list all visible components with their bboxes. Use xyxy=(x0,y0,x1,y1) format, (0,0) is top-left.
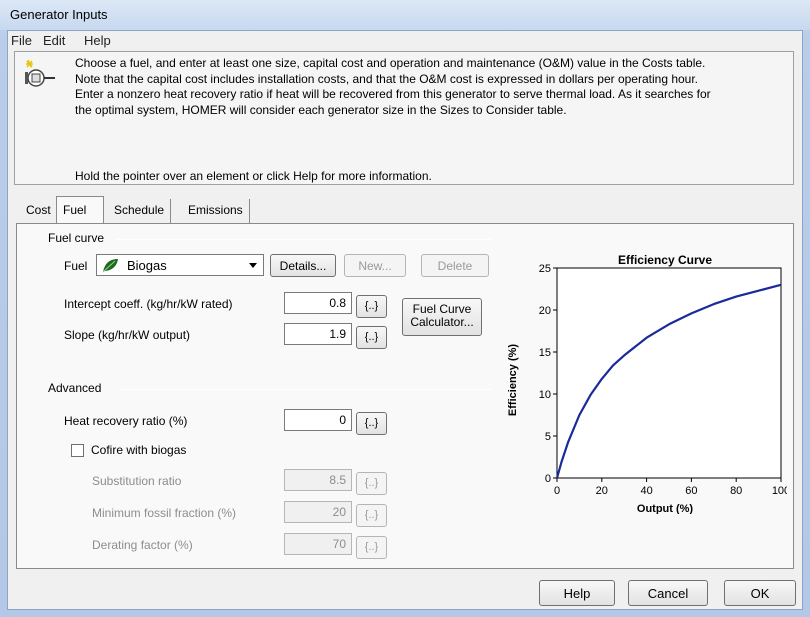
heat-recovery-input[interactable]: 0 xyxy=(284,409,352,431)
menu-bar: File Edit Help xyxy=(8,31,802,51)
chart-title: Efficiency Curve xyxy=(618,253,712,267)
info-line: Note that the capital cost includes inst… xyxy=(75,71,699,86)
x-tick-label: 100 xyxy=(772,485,787,497)
menu-help[interactable]: Help xyxy=(84,33,111,48)
info-text: Choose a fuel, and enter at least one si… xyxy=(75,56,787,118)
tab-emissions[interactable]: Emissions xyxy=(182,199,250,223)
ok-button[interactable]: OK xyxy=(724,580,796,606)
info-line: Enter a nonzero heat recovery ratio if h… xyxy=(75,87,711,102)
substitution-ratio-label: Substitution ratio xyxy=(92,474,182,488)
y-tick-label: 25 xyxy=(539,263,551,275)
slope-input[interactable]: 1.9 xyxy=(284,323,352,345)
intercept-sensitivity-button[interactable]: {..} xyxy=(356,295,387,318)
x-tick-label: 0 xyxy=(554,485,560,497)
x-tick-label: 60 xyxy=(685,485,697,497)
generator-inputs-window: Generator Inputs File Edit Help Choose a… xyxy=(0,0,810,617)
menu-edit[interactable]: Edit xyxy=(43,33,65,48)
generator-icon xyxy=(25,59,55,87)
details-button[interactable]: Details... xyxy=(270,254,336,277)
fuel-curve-calculator-button[interactable]: Fuel Curve Calculator... xyxy=(402,298,482,336)
fuel-label: Fuel xyxy=(64,259,88,273)
x-tick-label: 40 xyxy=(640,485,652,497)
info-line: the optimal system, HOMER will consider … xyxy=(75,102,567,117)
substitution-ratio-input[interactable]: 8.5 xyxy=(284,469,352,491)
chevron-down-icon[interactable] xyxy=(249,263,257,268)
substitution-sensitivity-button[interactable]: {..} xyxy=(356,472,387,495)
fuel-tab-panel: Fuel curve Fuel Biogas Details... New...… xyxy=(16,223,794,569)
window-title: Generator Inputs xyxy=(10,7,108,22)
fuel-select[interactable]: Biogas xyxy=(96,254,264,276)
slope-sensitivity-button[interactable]: {..} xyxy=(356,326,387,349)
heat-recovery-label: Heat recovery ratio (%) xyxy=(64,414,188,428)
y-tick-label: 0 xyxy=(545,473,551,485)
tab-cost[interactable]: Cost xyxy=(20,199,57,223)
chart-y-axis-label: Efficiency (%) xyxy=(507,344,519,416)
cofire-label: Cofire with biogas xyxy=(91,443,187,457)
x-tick-label: 80 xyxy=(730,485,742,497)
menu-file[interactable]: File xyxy=(11,33,32,48)
y-tick-label: 20 xyxy=(539,305,551,317)
x-tick-label: 20 xyxy=(596,485,608,497)
advanced-divider xyxy=(120,389,491,390)
calculator-label-line2: Calculator... xyxy=(410,315,474,329)
advanced-group-label: Advanced xyxy=(48,381,102,395)
chart-x-axis-label: Output (%) xyxy=(637,503,694,514)
dialog-client: File Edit Help Choose a fuel, and enter … xyxy=(7,30,803,610)
y-tick-label: 10 xyxy=(539,389,551,401)
derating-input[interactable]: 70 xyxy=(284,533,352,555)
heat-recovery-sensitivity-button[interactable]: {..} xyxy=(356,412,387,435)
intercept-label: Intercept coeff. (kg/hr/kW rated) xyxy=(64,297,233,311)
chart-plot-frame xyxy=(556,267,782,479)
new-button[interactable]: New... xyxy=(344,254,406,277)
min-fossil-input[interactable]: 20 xyxy=(284,501,352,523)
y-tick-label: 15 xyxy=(539,347,551,359)
info-line: Choose a fuel, and enter at least one si… xyxy=(75,56,706,70)
cancel-button[interactable]: Cancel xyxy=(628,580,708,606)
tab-schedule[interactable]: Schedule xyxy=(108,199,172,223)
title-bar: Generator Inputs xyxy=(0,0,810,30)
fuel-curve-divider xyxy=(115,239,491,240)
leaf-icon xyxy=(102,259,118,273)
cofire-checkbox[interactable] xyxy=(71,444,84,457)
help-button[interactable]: Help xyxy=(539,580,615,606)
intercept-input[interactable]: 0.8 xyxy=(284,292,352,314)
fuel-select-value: Biogas xyxy=(127,258,167,273)
derating-label: Derating factor (%) xyxy=(92,538,193,552)
tab-fuel[interactable]: Fuel xyxy=(56,196,104,224)
efficiency-chart: Efficiency Curve Efficiency (%) Output (… xyxy=(507,253,787,514)
info-panel: Choose a fuel, and enter at least one si… xyxy=(14,51,794,185)
min-fossil-label: Minimum fossil fraction (%) xyxy=(92,506,237,520)
y-tick-label: 5 xyxy=(545,431,551,443)
delete-button[interactable]: Delete xyxy=(421,254,489,277)
hold-hint: Hold the pointer over an element or clic… xyxy=(75,169,432,183)
derating-sensitivity-button[interactable]: {..} xyxy=(356,536,387,559)
min-fossil-sensitivity-button[interactable]: {..} xyxy=(356,504,387,527)
chart-plot-area: 0 5 10 15 20 25 0 20 40 60 80 100 xyxy=(539,263,787,497)
slope-label: Slope (kg/hr/kW output) xyxy=(64,328,191,342)
fuel-curve-group-label: Fuel curve xyxy=(48,231,105,245)
